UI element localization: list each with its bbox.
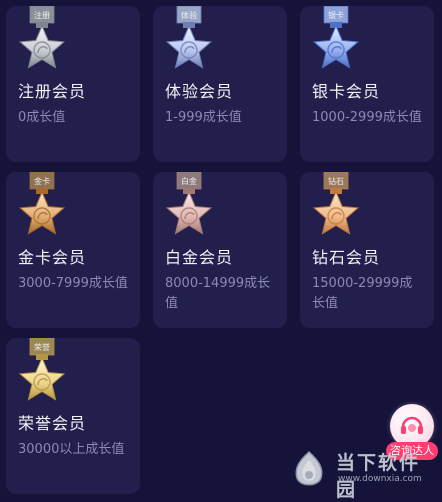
tier-name: 体验会员 bbox=[165, 82, 234, 101]
medal-icon: 银卡 bbox=[310, 6, 362, 72]
svg-text:银卡: 银卡 bbox=[328, 10, 344, 20]
tier-card-registered[interactable]: 注册 注册会员 0成长值 bbox=[6, 6, 140, 162]
medal-icon: 注册 bbox=[16, 6, 68, 72]
tier-card-trial[interactable]: 体验 体验会员 1-999成长值 bbox=[153, 6, 287, 162]
svg-text:金卡: 金卡 bbox=[34, 176, 50, 186]
tier-name: 金卡会员 bbox=[18, 248, 87, 267]
membership-tier-grid: 注册 注册会员 0成长值 体验 体验会员 1-999成长值 银卡 银卡会员 10… bbox=[6, 6, 434, 494]
tier-growth-range: 1000-2999成长值 bbox=[312, 110, 422, 125]
medal-icon: 金卡 bbox=[16, 172, 68, 238]
watermark-logo-icon bbox=[295, 450, 323, 486]
tier-growth-range: 15000-29999成长值 bbox=[312, 276, 413, 311]
tier-name: 钻石会员 bbox=[312, 248, 381, 267]
svg-text:钻石: 钻石 bbox=[328, 176, 344, 186]
watermark-url: www.downxia.com bbox=[338, 474, 422, 484]
medal-icon: 白金 bbox=[163, 172, 215, 238]
tier-growth-range: 3000-7999成长值 bbox=[18, 276, 128, 291]
tier-card-platinum[interactable]: 白金 白金会员 8000-14999成长值 bbox=[153, 172, 287, 328]
tier-name: 注册会员 bbox=[18, 82, 87, 101]
tier-card-honor[interactable]: 荣誉 荣誉会员 30000以上成长值 bbox=[6, 338, 140, 494]
svg-text:荣誉: 荣誉 bbox=[34, 342, 50, 352]
tier-name: 白金会员 bbox=[165, 248, 234, 267]
tier-card-gold[interactable]: 金卡 金卡会员 3000-7999成长值 bbox=[6, 172, 140, 328]
medal-icon: 钻石 bbox=[310, 172, 362, 238]
medal-icon: 体验 bbox=[163, 6, 215, 72]
tier-card-diamond[interactable]: 钻石 钻石会员 15000-29999成长值 bbox=[300, 172, 434, 328]
medal-icon: 荣誉 bbox=[16, 338, 68, 404]
tier-card-silver[interactable]: 银卡 银卡会员 1000-2999成长值 bbox=[300, 6, 434, 162]
tier-name: 银卡会员 bbox=[312, 82, 381, 101]
tier-growth-range: 0成长值 bbox=[18, 110, 66, 125]
site-watermark: 当下软件园 www.downxia.com bbox=[288, 446, 438, 501]
svg-text:白金: 白金 bbox=[181, 176, 197, 186]
tier-growth-range: 8000-14999成长值 bbox=[165, 276, 271, 311]
svg-text:体验: 体验 bbox=[181, 10, 197, 20]
tier-growth-range: 30000以上成长值 bbox=[18, 442, 125, 457]
tier-name: 荣誉会员 bbox=[18, 414, 87, 433]
tier-growth-range: 1-999成长值 bbox=[165, 110, 242, 125]
svg-text:注册: 注册 bbox=[34, 10, 50, 20]
